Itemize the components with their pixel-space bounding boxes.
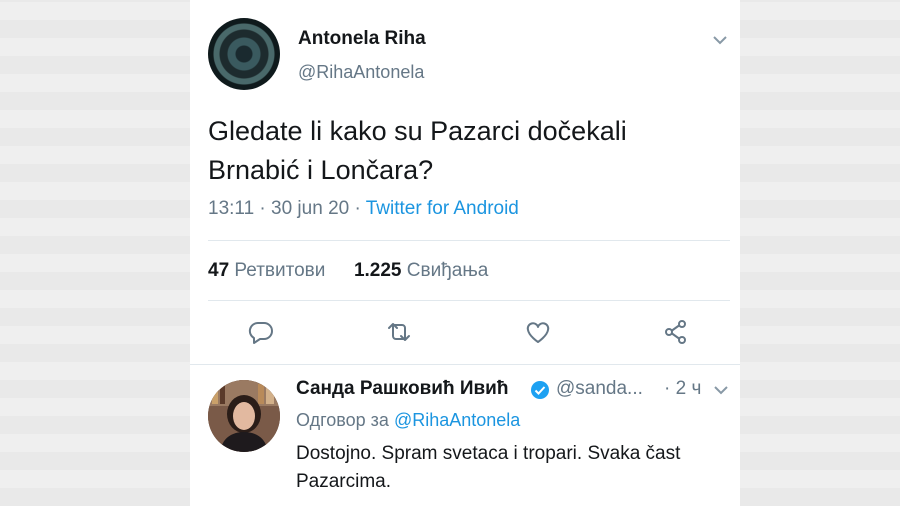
tweet-timestamp: 13:11 · 30 jun 20 · [208,198,366,219]
divider [208,300,730,301]
chevron-down-icon[interactable] [712,381,730,399]
reply-icon[interactable] [247,318,275,346]
reply-author-name[interactable]: Санда Рашковић Ивић [296,378,508,400]
likes-label[interactable]: Свиђања [407,260,489,281]
background-right [740,0,900,506]
tweet-source-link[interactable]: Twitter for Android [366,198,519,219]
like-icon[interactable] [524,318,552,346]
reply-author-avatar[interactable] [208,380,280,452]
verified-icon [531,381,549,399]
reply-timestamp[interactable]: · 2 ч [664,378,701,400]
share-icon[interactable] [662,318,690,346]
retweets-count[interactable]: 47 [208,260,229,281]
chevron-down-icon[interactable] [710,30,730,50]
reply-to-mention-link[interactable]: @RihaAntonela [394,410,520,430]
divider [208,240,730,241]
author-avatar[interactable] [208,18,280,90]
tweet-stats: 47 Ретвитови 1.225 Свиђања [208,260,488,282]
reply-author-handle[interactable]: @sanda... [556,378,643,400]
author-name[interactable]: Antonela Riha [298,28,426,50]
reply-to-label: Одговор за [296,410,394,430]
likes-count[interactable]: 1.225 [354,260,402,281]
retweet-icon[interactable] [385,318,413,346]
background-left [0,0,190,506]
reply-text: Dostojno. Spram svetaca i tropari. Svaka… [296,443,681,492]
retweets-label[interactable]: Ретвитови [234,260,325,281]
tweet-meta: 13:11 · 30 jun 20 · Twitter for Android [208,198,519,220]
tweet-text: Gledate li kako su Pazarci dočekali Brna… [208,116,627,185]
divider [190,364,740,365]
author-handle[interactable]: @RihaAntonela [298,62,424,83]
reply-to-line: Одговор за @RihaAntonela [296,410,520,431]
